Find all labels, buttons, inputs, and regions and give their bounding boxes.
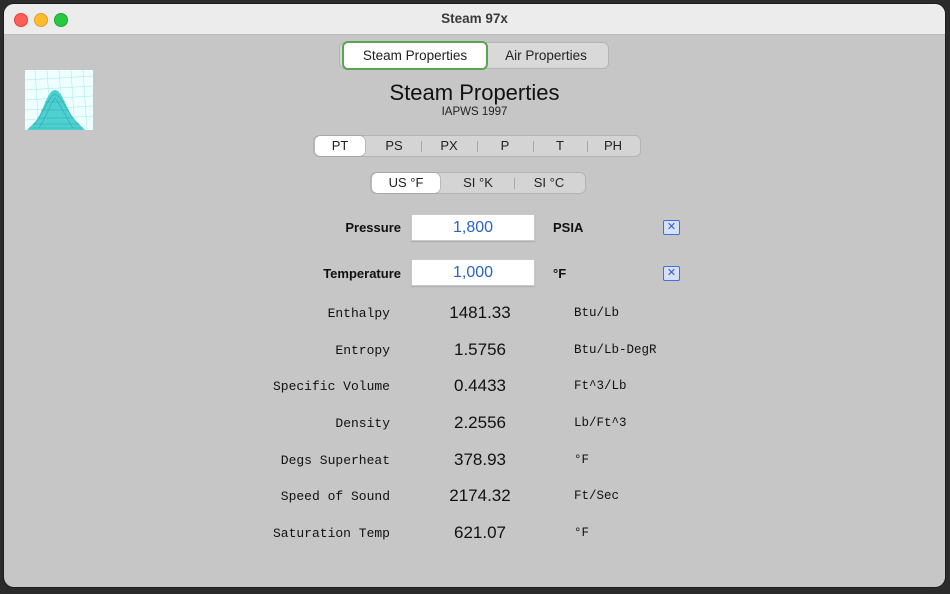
result-label: Speed of Sound bbox=[280, 489, 390, 504]
mode-option-t[interactable]: T bbox=[534, 136, 586, 156]
result-unit: Ft/Sec bbox=[574, 489, 620, 503]
result-unit: °F bbox=[574, 526, 590, 540]
mode-option-ps[interactable]: PS bbox=[368, 136, 420, 156]
mode-option-ph[interactable]: PH bbox=[588, 136, 638, 156]
tab-air-properties[interactable]: Air Properties bbox=[490, 43, 602, 68]
result-label: Saturation Temp bbox=[272, 526, 390, 541]
result-value: 378.93 bbox=[454, 450, 506, 469]
result-value: 0.4433 bbox=[454, 376, 506, 395]
pressure-input[interactable] bbox=[411, 214, 535, 241]
result-value: 2.2556 bbox=[454, 413, 506, 432]
temperature-input[interactable] bbox=[411, 259, 535, 286]
temperature-clear-icon[interactable]: ✕ bbox=[663, 266, 680, 281]
temperature-unit: °F bbox=[553, 266, 567, 281]
tab-bar: Steam Properties Air Properties bbox=[339, 41, 609, 70]
result-unit: °F bbox=[574, 453, 590, 467]
unit-option-us-f[interactable]: US °F bbox=[372, 173, 440, 193]
title-bar: Steam 97x bbox=[4, 4, 945, 35]
unit-selector: US °F SI °K SI °C bbox=[370, 172, 586, 194]
mode-selector: PT PS PX P T PH bbox=[313, 135, 641, 157]
result-label: Density bbox=[335, 416, 390, 431]
pressure-label: Pressure bbox=[345, 220, 401, 235]
unit-option-si-c[interactable]: SI °C bbox=[515, 173, 583, 193]
result-value: 621.07 bbox=[454, 523, 506, 542]
unit-option-si-k[interactable]: SI °K bbox=[443, 173, 513, 193]
result-label: Degs Superheat bbox=[280, 453, 390, 468]
result-value: 2174.32 bbox=[449, 486, 511, 505]
mode-option-p[interactable]: P bbox=[478, 136, 532, 156]
result-label: Entropy bbox=[335, 343, 390, 358]
result-label: Specific Volume bbox=[272, 379, 390, 394]
result-value: 1.5756 bbox=[454, 340, 506, 359]
page-title: Steam Properties bbox=[389, 80, 560, 105]
result-value: 1481.33 bbox=[449, 303, 511, 322]
page-subtitle: IAPWS 1997 bbox=[441, 106, 508, 118]
result-unit: Btu/Lb-DegR bbox=[574, 343, 657, 357]
result-unit: Lb/Ft^3 bbox=[574, 416, 627, 430]
result-label: Enthalpy bbox=[327, 306, 390, 321]
window-title: Steam 97x bbox=[441, 11, 508, 26]
pressure-unit: PSIA bbox=[553, 220, 584, 235]
pressure-clear-icon[interactable]: ✕ bbox=[663, 220, 680, 235]
result-unit: Ft^3/Lb bbox=[574, 379, 627, 393]
result-unit: Btu/Lb bbox=[574, 306, 620, 320]
app-window: Steam 97x Steam Properties Air Propertie… bbox=[4, 4, 945, 587]
mode-option-px[interactable]: PX bbox=[422, 136, 476, 156]
temperature-label: Temperature bbox=[323, 266, 401, 281]
mode-option-pt[interactable]: PT bbox=[315, 136, 365, 156]
tab-steam-properties[interactable]: Steam Properties bbox=[342, 41, 488, 70]
